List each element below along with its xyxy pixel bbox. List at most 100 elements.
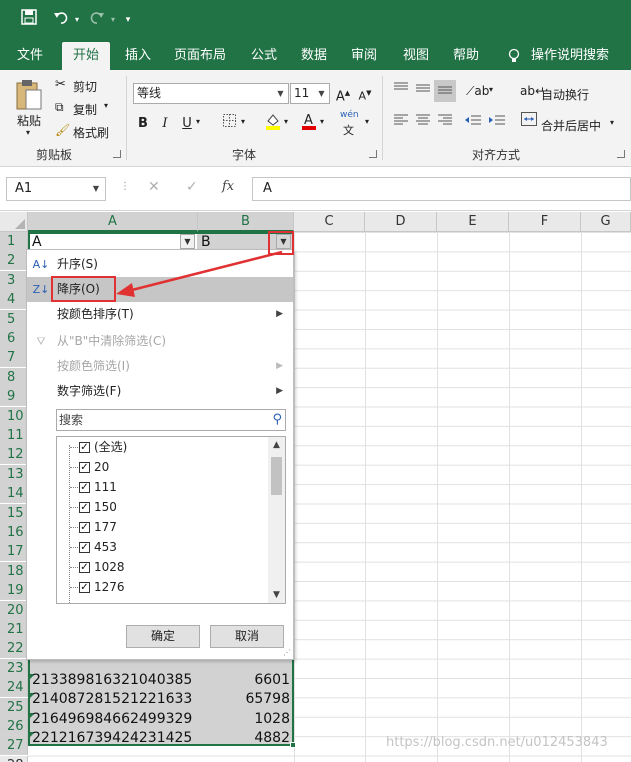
tab-insert[interactable]: 插入: [118, 42, 158, 70]
fill-handle[interactable]: [290, 742, 296, 748]
row-header[interactable]: 4: [0, 290, 28, 310]
paste-dropdown-icon[interactable]: ▾: [26, 128, 30, 137]
row-header[interactable]: 25: [0, 697, 28, 717]
align-top-icon[interactable]: [390, 80, 412, 102]
decrease-indent-icon[interactable]: [462, 112, 484, 134]
name-box[interactable]: A1 ▼: [6, 177, 106, 201]
borders-dropdown-icon[interactable]: ▾: [241, 117, 245, 126]
fill-color-icon[interactable]: [262, 112, 284, 134]
phonetic-dropdown-icon[interactable]: ▾: [365, 117, 369, 126]
row-header[interactable]: 28: [0, 755, 28, 762]
orientation-icon[interactable]: ⟋ab: [466, 80, 489, 102]
fill-color-dropdown-icon[interactable]: ▾: [284, 117, 288, 126]
font-size-combo[interactable]: 11 ▼: [290, 83, 330, 104]
filter-list-item[interactable]: ✓ 1028: [57, 557, 267, 577]
row-header[interactable]: 27: [0, 736, 28, 756]
row-header[interactable]: 21: [0, 620, 28, 639]
merge-dropdown-icon[interactable]: ▾: [610, 118, 614, 127]
save-icon[interactable]: [18, 8, 40, 32]
align-right-icon[interactable]: [434, 112, 456, 134]
cancel-button[interactable]: 取消: [210, 625, 284, 648]
row-header[interactable]: 8: [0, 367, 28, 387]
cancel-icon[interactable]: ✕: [148, 179, 160, 195]
insert-function-icon[interactable]: fx: [222, 179, 234, 194]
row-header[interactable]: 13: [0, 464, 28, 484]
row-header[interactable]: 15: [0, 503, 28, 523]
tab-home[interactable]: 开始: [62, 42, 110, 70]
phonetic-icon[interactable]: wén: [340, 110, 359, 120]
decrease-font-size-icon[interactable]: A▼: [354, 82, 376, 104]
sort-by-color-item[interactable]: 按颜色排序(T) ▶: [27, 302, 293, 327]
resize-grip-icon[interactable]: ⋰: [283, 648, 291, 657]
row-header[interactable]: 3: [0, 270, 28, 290]
format-painter-button[interactable]: 格式刷: [73, 124, 109, 141]
merge-center-icon[interactable]: [518, 112, 540, 134]
filter-list-item[interactable]: ✓ (全选): [57, 437, 267, 457]
undo-icon[interactable]: [50, 8, 72, 32]
filter-list-item[interactable]: ✓ 111: [57, 477, 267, 497]
increase-font-size-icon[interactable]: A▲: [332, 82, 354, 104]
cut-button[interactable]: 剪切: [73, 78, 97, 95]
tab-data[interactable]: 数据: [294, 42, 334, 70]
scrollbar-thumb[interactable]: [271, 457, 282, 495]
align-center-icon[interactable]: [412, 112, 434, 134]
filter-list-item[interactable]: ✓ 150: [57, 497, 267, 517]
tab-view[interactable]: 视图: [396, 42, 436, 70]
orientation-dropdown-icon[interactable]: ▾: [489, 85, 493, 94]
filter-search-input[interactable]: 搜索 ⚲: [56, 409, 286, 431]
column-header-g[interactable]: G: [581, 212, 631, 232]
checkbox-checked-icon[interactable]: ✓: [79, 562, 90, 573]
cut-icon[interactable]: ✂: [55, 77, 66, 92]
tab-formulas[interactable]: 公式: [244, 42, 284, 70]
filter-list-item[interactable]: ✓ 20: [57, 457, 267, 477]
alignment-launcher-icon[interactable]: [617, 150, 625, 158]
merge-center-button[interactable]: 合并后居中: [541, 117, 601, 134]
row-header[interactable]: 7: [0, 348, 28, 368]
row-header[interactable]: 9: [0, 387, 28, 407]
redo-icon[interactable]: [86, 8, 108, 32]
paste-button[interactable]: 粘贴: [17, 112, 41, 129]
redo-dropdown-icon[interactable]: ▾: [108, 8, 118, 32]
row-header[interactable]: 20: [0, 600, 28, 620]
select-all-corner[interactable]: [0, 212, 28, 232]
checkbox-checked-icon[interactable]: ✓: [79, 482, 90, 493]
filter-list-item[interactable]: ✓ 1276: [57, 577, 267, 597]
copy-button[interactable]: 复制: [73, 101, 97, 118]
underline-dropdown-icon[interactable]: ▾: [196, 117, 200, 126]
filter-list-item[interactable]: ✓ 177: [57, 517, 267, 537]
align-bottom-icon[interactable]: [434, 80, 456, 102]
enter-icon[interactable]: ✓: [186, 179, 198, 195]
row-header[interactable]: 18: [0, 561, 28, 581]
row-header[interactable]: 24: [0, 678, 28, 698]
row-header[interactable]: 16: [0, 523, 28, 542]
tell-me-search[interactable]: 操作说明搜索: [528, 42, 612, 70]
tab-page-layout[interactable]: 页面布局: [170, 42, 230, 70]
row-header[interactable]: 12: [0, 445, 28, 465]
column-header-b[interactable]: B: [198, 212, 294, 232]
clear-filter-item[interactable]: ⛛ 从"B"中清除筛选(C): [27, 329, 293, 354]
wrap-text-button[interactable]: 自动换行: [541, 86, 589, 103]
row-header[interactable]: 17: [0, 542, 28, 562]
align-left-icon[interactable]: [390, 112, 412, 134]
customize-toolbar-icon[interactable]: ▾: [122, 8, 134, 32]
column-header-d[interactable]: D: [365, 212, 437, 232]
row-header[interactable]: 23: [0, 658, 28, 678]
copy-dropdown-icon[interactable]: ▾: [104, 101, 108, 110]
row-header[interactable]: 2: [0, 251, 28, 271]
ok-button[interactable]: 确定: [126, 625, 200, 648]
increase-indent-icon[interactable]: [486, 112, 508, 134]
row-header[interactable]: 14: [0, 484, 28, 504]
tab-help[interactable]: 帮助: [446, 42, 486, 70]
bold-button[interactable]: B: [132, 113, 154, 135]
row-header[interactable]: 1: [0, 232, 28, 251]
checkbox-checked-icon[interactable]: ✓: [79, 542, 90, 553]
filter-by-color-item[interactable]: 按颜色筛选(I) ▶: [27, 354, 293, 379]
column-header-c[interactable]: C: [294, 212, 365, 232]
checkbox-checked-icon[interactable]: ✓: [79, 502, 90, 513]
column-header-a[interactable]: A: [28, 212, 198, 232]
row-header[interactable]: 26: [0, 717, 28, 736]
formula-input[interactable]: A: [252, 177, 631, 201]
row-header[interactable]: 22: [0, 639, 28, 659]
clipboard-launcher-icon[interactable]: [113, 150, 121, 158]
lightbulb-icon[interactable]: [504, 42, 524, 70]
